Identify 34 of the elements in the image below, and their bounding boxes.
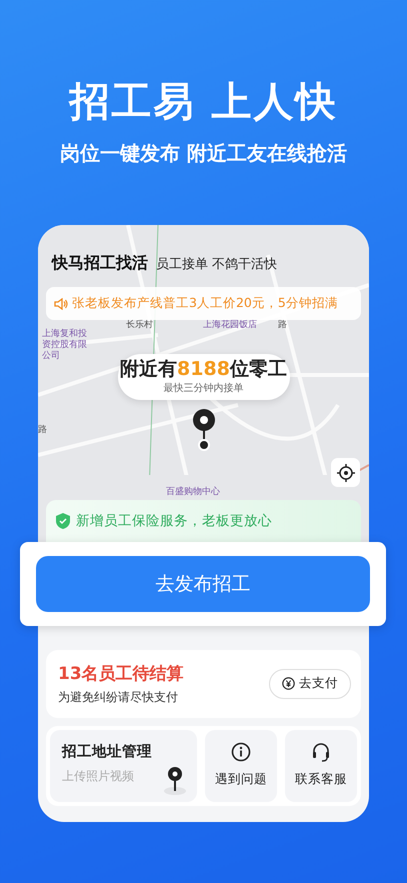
pay-button[interactable]: 去支付 xyxy=(269,668,351,699)
tool-tile[interactable]: 联系客服 xyxy=(285,730,357,802)
settlement-title: 13名员工待结算 xyxy=(58,663,184,686)
app-slogan: 员工接单 不鸽干活快 xyxy=(156,256,278,274)
headline: 招工易 上人快 xyxy=(68,82,338,122)
subheadline: 岗位一键发布 附近工友在线抢活 xyxy=(59,143,348,163)
address-tile[interactable]: 招工地址管理 上传照片视频 xyxy=(50,730,197,802)
map-label: 上海复和投资控股有限公司 xyxy=(42,329,88,362)
yuan-coin-icon xyxy=(282,677,295,690)
settlement-subtitle: 为避免纠纷请尽快支付 xyxy=(58,688,179,706)
locate-icon xyxy=(336,464,354,482)
insurance-text: 新增员工保险服务，老板更放心 xyxy=(76,512,272,531)
map-label: 路 xyxy=(278,320,287,331)
location-pin-icon xyxy=(163,766,187,796)
notice-text: 张老板发布产线普工3人工价20元，5分钟招满 xyxy=(72,294,338,312)
shield-icon xyxy=(54,512,72,530)
nearby-count-text: 附近有8188位零工 xyxy=(119,358,288,381)
locate-button[interactable] xyxy=(331,458,360,487)
map-label: 长乐村 xyxy=(126,320,153,331)
location-pin-icon xyxy=(190,408,216,452)
publish-button[interactable]: 去发布招工 xyxy=(36,556,370,612)
address-tile-title: 招工地址管理 xyxy=(62,742,152,762)
nearby-caption: 最快三分钟内接单 xyxy=(162,382,244,396)
tool-tile-label: 遇到问题 xyxy=(215,770,267,788)
tool-tile-label: 联系客服 xyxy=(295,770,347,788)
app-title: 快马招工找活 xyxy=(52,252,148,274)
map-label: 路 xyxy=(38,425,47,436)
map-label: 百盛购物中心 xyxy=(166,487,220,498)
map-label: 上海花园饭店 xyxy=(203,320,257,331)
address-tile-subtitle: 上传照片视频 xyxy=(62,768,135,786)
info-icon xyxy=(231,742,251,762)
speaker-icon xyxy=(54,298,68,310)
tool-tile[interactable]: 遇到问题 xyxy=(205,730,277,802)
headset-icon xyxy=(311,742,331,762)
